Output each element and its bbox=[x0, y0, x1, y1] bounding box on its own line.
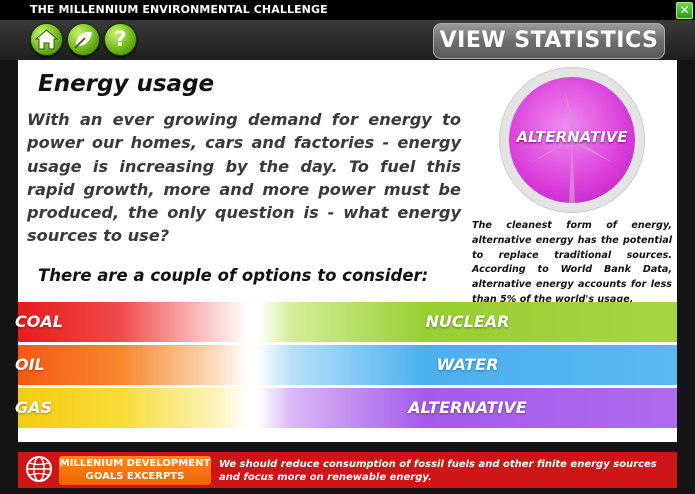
option-label: ALTERNATIVE bbox=[408, 398, 527, 417]
badge-disc: ALTERNATIVE bbox=[509, 77, 635, 203]
view-statistics-button[interactable]: VIEW STATISTICS bbox=[433, 23, 665, 59]
help-button[interactable]: ? bbox=[104, 23, 137, 56]
help-icon: ? bbox=[114, 27, 127, 51]
toolbar: ? VIEW STATISTICS bbox=[0, 20, 695, 60]
footer-banner: MILLENIUM DEVELOPMENT GOALS EXCERPTS We … bbox=[18, 452, 677, 488]
footer-text: We should reduce consumption of fossil f… bbox=[219, 459, 657, 483]
badge-description: The cleanest form of energy, alternative… bbox=[472, 220, 672, 305]
home-button[interactable] bbox=[30, 23, 63, 56]
option-alternative[interactable]: ALTERNATIVE bbox=[258, 388, 677, 428]
main-panel: Energy usage With an ever growing demand… bbox=[15, 60, 677, 442]
option-label: WATER bbox=[436, 355, 499, 374]
option-oil[interactable]: OIL bbox=[15, 345, 248, 385]
option-water[interactable]: WATER bbox=[258, 345, 677, 385]
title-bar: THE MILLENNIUM ENVIRONMENTAL CHALLENGE ✕ bbox=[0, 0, 695, 20]
option-label: OIL bbox=[15, 355, 45, 374]
option-gas[interactable]: GAS bbox=[15, 388, 248, 428]
option-label: NUCLEAR bbox=[425, 312, 510, 331]
mdg-excerpts-tag: MILLENIUM DEVELOPMENT GOALS EXCERPTS bbox=[59, 456, 211, 485]
page-title: Energy usage bbox=[38, 71, 215, 97]
window-title: THE MILLENNIUM ENVIRONMENTAL CHALLENGE bbox=[30, 3, 328, 16]
close-button[interactable]: ✕ bbox=[676, 2, 693, 19]
leaf-button[interactable] bbox=[67, 23, 100, 56]
options-heading: There are a couple of options to conside… bbox=[38, 266, 429, 285]
badge-label: ALTERNATIVE bbox=[516, 128, 628, 146]
intro-text: With an ever growing demand for energy t… bbox=[27, 110, 461, 246]
alternative-badge[interactable]: ALTERNATIVE bbox=[499, 67, 645, 213]
option-label: COAL bbox=[15, 312, 63, 331]
globe-icon bbox=[25, 455, 53, 483]
option-coal[interactable]: COAL bbox=[15, 302, 248, 342]
option-label: GAS bbox=[15, 398, 53, 417]
option-nuclear[interactable]: NUCLEAR bbox=[258, 302, 677, 342]
